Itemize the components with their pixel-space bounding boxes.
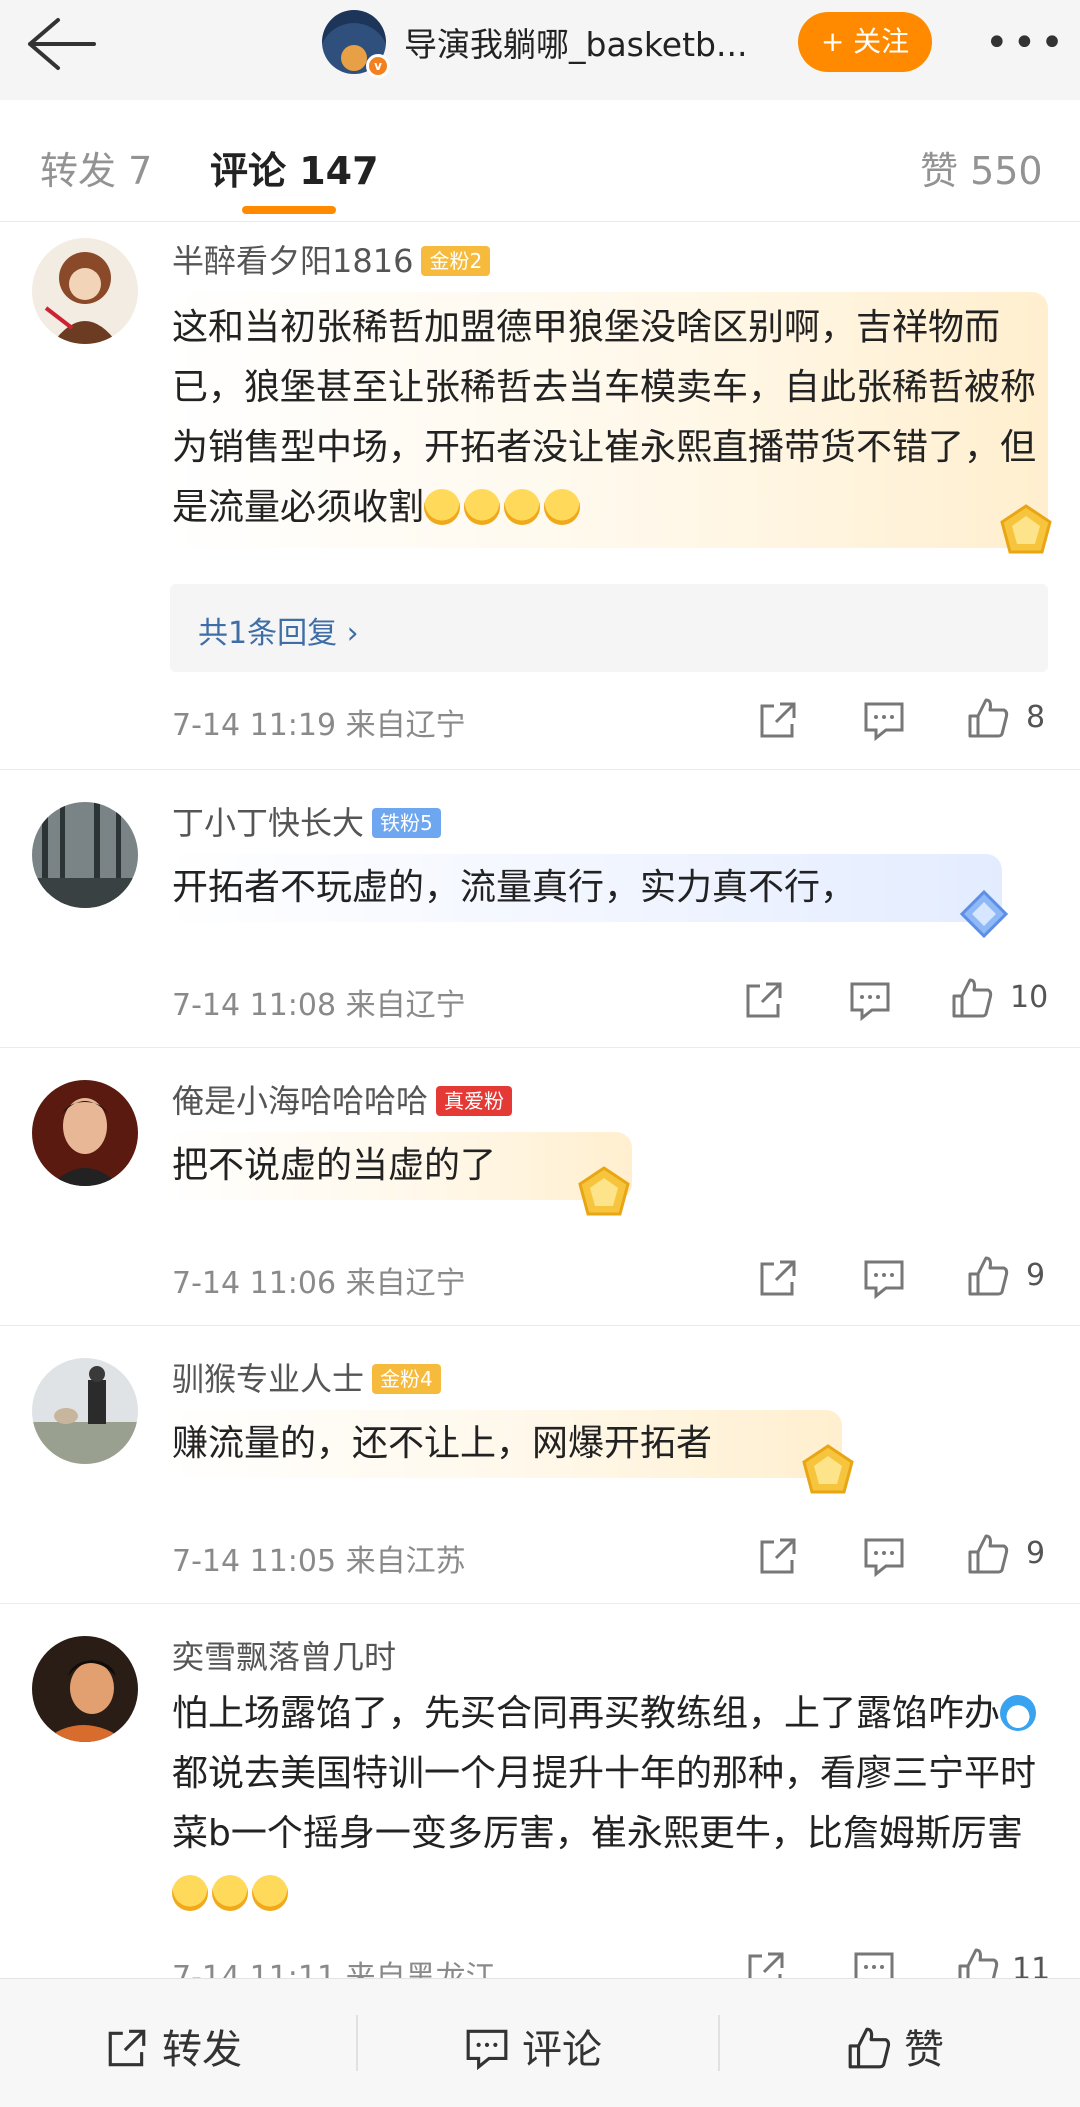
like-icon bbox=[848, 2027, 891, 2069]
more-options-icon[interactable]: ••• bbox=[985, 20, 1068, 66]
comment-label: 评论 bbox=[522, 2027, 602, 2073]
laugh-emoji-icon bbox=[464, 489, 501, 525]
gold-medal-icon bbox=[802, 1444, 854, 1494]
gold-medal-icon bbox=[578, 1166, 630, 1216]
active-tab-indicator bbox=[242, 206, 336, 214]
comment-item: 半醉看夕阳1816 金粉2 这和当初张稀哲加盟德甲狼堡没啥区别啊，吉祥物而已，狼堡… bbox=[0, 222, 1080, 770]
fan-badge: 真爱粉 bbox=[436, 1086, 513, 1116]
like-icon[interactable] bbox=[966, 696, 1010, 740]
username-text[interactable]: 俺是小海哈哈哈哈 bbox=[172, 1082, 428, 1120]
smile-emoji-icon bbox=[172, 1875, 208, 1911]
tab-comments[interactable]: 评论 147 bbox=[210, 140, 379, 195]
comment-icon[interactable] bbox=[848, 978, 892, 1022]
comment-icon[interactable] bbox=[862, 1534, 906, 1578]
comment-text[interactable]: 开拓者不玩虚的，流量真行，实力真不行， bbox=[172, 858, 1052, 918]
comment-meta: 7-14 11:05 来自江苏 bbox=[172, 1544, 466, 1579]
like-icon[interactable] bbox=[966, 1532, 1010, 1576]
share-icon[interactable] bbox=[756, 1534, 800, 1578]
doraemon-emoji-icon bbox=[1000, 1695, 1037, 1731]
avatar[interactable] bbox=[32, 1080, 138, 1186]
comment-body-part2: 都说去美国特训一个月提升十年的那种，看廖三宁平时菜b一个摇身一变多厉害，崔永熙更… bbox=[172, 1753, 1037, 1854]
tab-likes[interactable]: 赞 550 bbox=[920, 140, 1043, 195]
follow-button[interactable]: + 关注 bbox=[798, 12, 932, 72]
fan-badge: 金粉4 bbox=[372, 1364, 441, 1394]
diamond-medal-icon bbox=[959, 889, 1009, 939]
laugh-emoji-icon bbox=[424, 489, 461, 525]
comment-item: 俺是小海哈哈哈哈 真爱粉 把不说虚的当虚的了 7-14 11:06 来自辽宁 9 bbox=[0, 1048, 1080, 1326]
fan-badge: 金粉2 bbox=[421, 246, 491, 276]
like-count: 8 bbox=[1026, 700, 1046, 735]
avatar[interactable] bbox=[32, 1636, 138, 1742]
like-label: 赞 bbox=[904, 2027, 944, 2073]
laugh-emoji-icon bbox=[544, 489, 581, 525]
share-icon[interactable] bbox=[756, 698, 800, 742]
comment-icon bbox=[466, 2029, 508, 2071]
reply-thread-link[interactable]: 共1条回复 › bbox=[170, 584, 1048, 672]
account-avatar[interactable]: v bbox=[322, 10, 390, 78]
bottom-action-bar: 转发 评论 赞 bbox=[0, 1978, 1080, 2107]
account-name[interactable]: 导演我躺哪_basketb... bbox=[404, 18, 764, 66]
comment-body: 这和当初张稀哲加盟德甲狼堡没啥区别啊，吉祥物而已，狼堡甚至让张稀哲去当车模卖车，… bbox=[172, 307, 1037, 528]
comment-item: 奕雪飘落曾几时 怕上场露馅了，先买合同再买教练组，上了露馅咋办都说去美国特训一个… bbox=[0, 1604, 1080, 1995]
comment-username[interactable]: 奕雪飘落曾几时 bbox=[172, 1632, 396, 1678]
comment-username[interactable]: 驯猴专业人士 金粉4 bbox=[172, 1354, 441, 1400]
tab-bar: 转发 7 评论 147 赞 550 bbox=[0, 100, 1080, 222]
comment-button[interactable]: 评论 bbox=[464, 2017, 602, 2075]
username-text[interactable]: 驯猴专业人士 bbox=[172, 1360, 364, 1398]
share-icon bbox=[108, 2029, 146, 2067]
share-icon[interactable] bbox=[756, 1256, 800, 1300]
like-count: 9 bbox=[1026, 1258, 1046, 1293]
comment-body-part1: 怕上场露馅了，先买合同再买教练组，上了露馅咋办 bbox=[172, 1693, 1001, 1734]
comment-text[interactable]: 这和当初张稀哲加盟德甲狼堡没啥区别啊，吉祥物而已，狼堡甚至让张稀哲去当车模卖车，… bbox=[172, 298, 1052, 538]
fan-badge: 铁粉5 bbox=[372, 808, 441, 838]
avatar[interactable] bbox=[32, 802, 138, 908]
gold-medal-icon bbox=[1000, 504, 1052, 554]
smile-emoji-icon bbox=[252, 1875, 288, 1911]
avatar[interactable] bbox=[32, 1358, 138, 1464]
username-text[interactable]: 半醉看夕阳1816 bbox=[172, 242, 413, 280]
like-icon[interactable] bbox=[966, 1254, 1010, 1298]
share-icon[interactable] bbox=[742, 978, 786, 1022]
like-count: 9 bbox=[1026, 1536, 1046, 1571]
repost-label: 转发 bbox=[162, 2027, 242, 2073]
top-bar: v 导演我躺哪_basketb... + 关注 ••• bbox=[0, 0, 1080, 100]
like-button[interactable]: 赞 bbox=[846, 2017, 944, 2075]
comment-username[interactable]: 半醉看夕阳1816 金粉2 bbox=[172, 236, 491, 282]
divider bbox=[718, 2015, 720, 2071]
comment-text[interactable]: 赚流量的，还不让上，网爆开拓者 bbox=[172, 1414, 1052, 1474]
username-text[interactable]: 丁小丁快长大 bbox=[172, 804, 364, 842]
comment-meta: 7-14 11:06 来自辽宁 bbox=[172, 1266, 466, 1301]
comment-username[interactable]: 俺是小海哈哈哈哈 真爱粉 bbox=[172, 1076, 513, 1122]
comment-item: 驯猴专业人士 金粉4 赚流量的，还不让上，网爆开拓者 7-14 11:05 来自江… bbox=[0, 1326, 1080, 1604]
back-arrow-icon[interactable] bbox=[22, 14, 98, 74]
smile-emoji-icon bbox=[212, 1875, 248, 1911]
like-icon[interactable] bbox=[950, 976, 994, 1020]
comment-meta: 7-14 11:08 来自辽宁 bbox=[172, 988, 466, 1023]
divider bbox=[356, 2015, 358, 2071]
laugh-emoji-icon bbox=[504, 489, 541, 525]
comment-meta: 7-14 11:19 来自辽宁 bbox=[172, 708, 466, 743]
comment-item: 丁小丁快长大 铁粉5 开拓者不玩虚的，流量真行，实力真不行， 7-14 11:08… bbox=[0, 770, 1080, 1048]
reply-count-label: 共1条回复 › bbox=[198, 616, 359, 651]
like-count: 10 bbox=[1010, 980, 1049, 1015]
comment-icon[interactable] bbox=[862, 698, 906, 742]
comment-icon[interactable] bbox=[862, 1256, 906, 1300]
comment-text[interactable]: 怕上场露馅了，先买合同再买教练组，上了露馅咋办都说去美国特训一个月提升十年的那种… bbox=[172, 1684, 1052, 1924]
comment-username[interactable]: 丁小丁快长大 铁粉5 bbox=[172, 798, 441, 844]
repost-button[interactable]: 转发 bbox=[104, 2017, 242, 2075]
avatar[interactable] bbox=[32, 238, 138, 344]
tab-reposts[interactable]: 转发 7 bbox=[40, 140, 152, 195]
verified-badge-icon: v bbox=[366, 54, 390, 78]
